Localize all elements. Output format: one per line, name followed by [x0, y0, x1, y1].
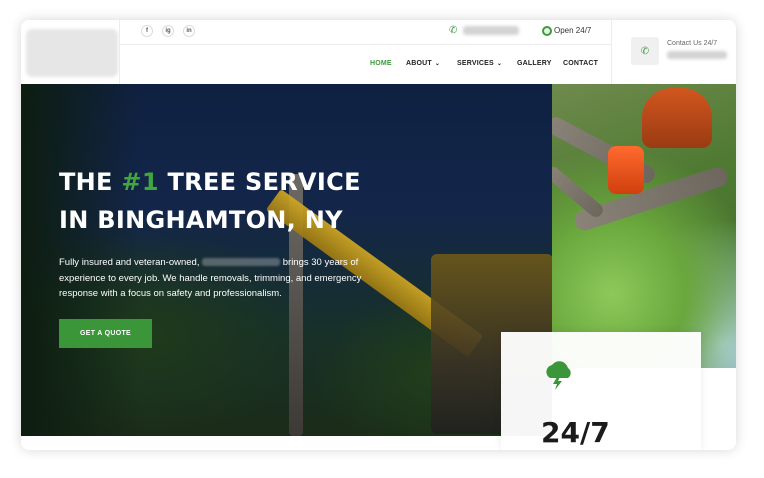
nav-contact[interactable]: CONTACT	[563, 60, 598, 67]
phone-number-blurred[interactable]	[463, 26, 519, 35]
topbar-divider	[119, 44, 611, 45]
photo-chainsaw	[608, 146, 644, 194]
hero-section: THE #1 TREE SERVICE IN BINGHAMTON, NY Fu…	[21, 84, 552, 436]
get-quote-button[interactable]: GET A QUOTE	[59, 319, 152, 348]
storm-cloud-icon	[541, 360, 575, 390]
title-text: TREE SERVICE	[158, 168, 361, 196]
chevron-down-icon: ⌄	[434, 61, 441, 67]
instagram-icon[interactable]: ig	[162, 25, 174, 37]
nav-gallery[interactable]: GALLERY	[517, 60, 552, 67]
desc-text: Fully insured and veteran-owned,	[59, 257, 200, 268]
phone-icon[interactable]: ✆	[631, 37, 659, 65]
availability-value: 24/7	[541, 416, 610, 449]
nav-services[interactable]: SERVICES ⌄	[457, 60, 502, 67]
nav-about[interactable]: ABOUT ⌄	[406, 60, 440, 67]
browser-frame: f ig in ✆ Open 24/7 HOME ABOUT ⌄ SERVICES…	[21, 20, 736, 450]
clock-icon	[542, 26, 552, 36]
linkedin-icon[interactable]: in	[183, 25, 195, 37]
hero-title-line2: IN BINGHAMTON, NY	[59, 206, 343, 234]
photo-climber	[642, 88, 712, 148]
header-divider	[611, 20, 612, 84]
contact-label: Contact Us 24/7	[667, 40, 718, 47]
hero-description: Fully insured and veteran-owned, brings …	[59, 255, 389, 302]
title-accent: #1	[121, 168, 159, 196]
logo[interactable]	[26, 29, 118, 77]
availability-card: 24/7	[501, 332, 701, 450]
nav-about-label: ABOUT	[406, 60, 432, 67]
contact-number-blurred[interactable]	[667, 51, 727, 59]
hero-title-line1: THE #1 TREE SERVICE	[59, 169, 361, 195]
header-divider	[119, 20, 120, 84]
company-name-blurred	[202, 258, 281, 267]
chevron-down-icon: ⌄	[496, 61, 503, 67]
title-text: THE	[59, 168, 122, 196]
nav-services-label: SERVICES	[457, 60, 494, 67]
phone-icon: ✆	[449, 25, 458, 36]
open-hours-label: Open 24/7	[554, 26, 592, 35]
tree-climber-photo	[552, 84, 736, 368]
nav-home[interactable]: HOME	[370, 60, 392, 67]
facebook-icon[interactable]: f	[141, 25, 153, 37]
